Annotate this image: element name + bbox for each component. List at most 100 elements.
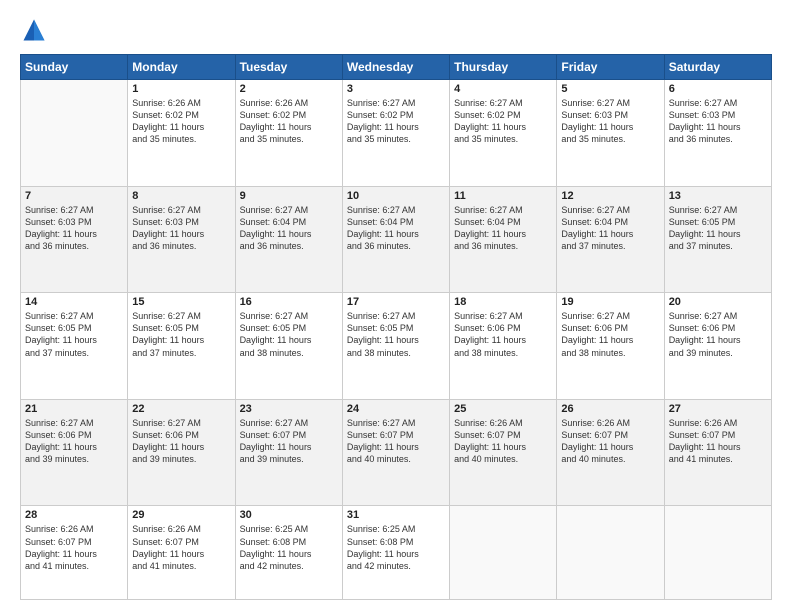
calendar-table: SundayMondayTuesdayWednesdayThursdayFrid… bbox=[20, 54, 772, 600]
logo-icon bbox=[20, 16, 48, 44]
cell-sun-info: Sunrise: 6:26 AMSunset: 6:07 PMDaylight:… bbox=[454, 417, 552, 466]
calendar-day-cell: 4Sunrise: 6:27 AMSunset: 6:02 PMDaylight… bbox=[450, 80, 557, 187]
day-number: 23 bbox=[240, 403, 338, 415]
cell-sun-info: Sunrise: 6:27 AMSunset: 6:05 PMDaylight:… bbox=[240, 310, 338, 359]
calendar-day-cell: 15 Sunrise: 6:27 AMSunset: 6:05 PMDayligh… bbox=[128, 293, 235, 400]
day-number: 12 bbox=[561, 190, 659, 202]
calendar-header-row: SundayMondayTuesdayWednesdayThursdayFrid… bbox=[21, 55, 772, 80]
calendar-day-cell: 12 Sunrise: 6:27 AMSunset: 6:04 PMDayligh… bbox=[557, 186, 664, 293]
calendar-day-cell bbox=[450, 506, 557, 600]
cell-sun-info: Sunrise: 6:27 AMSunset: 6:06 PMDaylight:… bbox=[132, 417, 230, 466]
cell-sun-info: Sunrise: 6:26 AMSunset: 6:07 PMDaylight:… bbox=[561, 417, 659, 466]
day-number: 8 bbox=[132, 190, 230, 202]
day-number: 28 bbox=[25, 509, 123, 521]
calendar-day-cell: 14Sunrise: 6:27 AMSunset: 6:05 PMDayligh… bbox=[21, 293, 128, 400]
day-number: 18 bbox=[454, 296, 552, 308]
day-number: 13 bbox=[669, 190, 767, 202]
day-number: 6 bbox=[669, 83, 767, 95]
cell-sun-info: Sunrise: 6:27 AMSunset: 6:06 PMDaylight:… bbox=[669, 310, 767, 359]
calendar-day-cell bbox=[557, 506, 664, 600]
calendar-day-cell bbox=[664, 506, 771, 600]
calendar-day-cell: 29Sunrise: 6:26 AMSunset: 6:07 PMDayligh… bbox=[128, 506, 235, 600]
calendar-day-cell bbox=[21, 80, 128, 187]
day-number: 20 bbox=[669, 296, 767, 308]
day-number: 21 bbox=[25, 403, 123, 415]
day-number: 25 bbox=[454, 403, 552, 415]
cell-sun-info: Sunrise: 6:26 AMSunset: 6:07 PMDaylight:… bbox=[25, 523, 123, 572]
cell-sun-info: Sunrise: 6:27 AMSunset: 6:06 PMDaylight:… bbox=[25, 417, 123, 466]
day-number: 22 bbox=[132, 403, 230, 415]
calendar-week-row: 14 Sunrise: 6:27 AMSunset: 6:05 PMDayligh… bbox=[21, 293, 772, 400]
cell-sun-info: Sunrise: 6:26 AMSunset: 6:07 PMDaylight:… bbox=[669, 417, 767, 466]
calendar-day-cell: 3 Sunrise: 6:27 AMSunset: 6:02 PMDaylight… bbox=[342, 80, 449, 187]
calendar-day-header: Monday bbox=[128, 55, 235, 80]
cell-sun-info: Sunrise: 6:27 AMSunset: 6:07 PMDaylight:… bbox=[347, 417, 445, 466]
calendar-day-header: Saturday bbox=[664, 55, 771, 80]
calendar-day-cell: 7 Sunrise: 6:27 AMSunset: 6:03 PMDaylight… bbox=[21, 186, 128, 293]
calendar-day-cell: 28 Sunrise: 6:26 AMSunset: 6:07 PMDayligh… bbox=[21, 506, 128, 600]
calendar-day-cell: 16 Sunrise: 6:27 AMSunset: 6:05 PMDayligh… bbox=[235, 293, 342, 400]
day-number: 3 bbox=[347, 83, 445, 95]
calendar-week-row: 7 Sunrise: 6:27 AMSunset: 6:03 PMDaylight… bbox=[21, 186, 772, 293]
page: SundayMondayTuesdayWednesdayThursdayFrid… bbox=[0, 0, 792, 612]
calendar-day-cell: 31 Sunrise: 6:25 AMSunset: 6:08 PMDayligh… bbox=[342, 506, 449, 600]
calendar-day-cell: 21 Sunrise: 6:27 AMSunset: 6:06 PMDayligh… bbox=[21, 399, 128, 506]
day-number: 9 bbox=[240, 190, 338, 202]
calendar-day-cell: 13 Sunrise: 6:27 AMSunset: 6:05 PMDayligh… bbox=[664, 186, 771, 293]
day-number: 10 bbox=[347, 190, 445, 202]
cell-sun-info: Sunrise: 6:27 AMSunset: 6:04 PMDaylight:… bbox=[347, 204, 445, 253]
day-number: 1 bbox=[132, 83, 230, 95]
calendar-day-cell: 26 Sunrise: 6:26 AMSunset: 6:07 PMDayligh… bbox=[557, 399, 664, 506]
calendar-day-cell: 19Sunrise: 6:27 AMSunset: 6:06 PMDayligh… bbox=[557, 293, 664, 400]
calendar-week-row: 1 Sunrise: 6:26 AMSunset: 6:02 PMDaylight… bbox=[21, 80, 772, 187]
logo bbox=[20, 16, 52, 44]
day-number: 5 bbox=[561, 83, 659, 95]
calendar-day-cell: 8Sunrise: 6:27 AMSunset: 6:03 PMDaylight… bbox=[128, 186, 235, 293]
day-number: 26 bbox=[561, 403, 659, 415]
calendar-day-header: Sunday bbox=[21, 55, 128, 80]
day-number: 14 bbox=[25, 296, 123, 308]
cell-sun-info: Sunrise: 6:27 AMSunset: 6:07 PMDaylight:… bbox=[240, 417, 338, 466]
calendar-day-cell: 18 Sunrise: 6:27 AMSunset: 6:06 PMDayligh… bbox=[450, 293, 557, 400]
calendar-day-cell: 24Sunrise: 6:27 AMSunset: 6:07 PMDayligh… bbox=[342, 399, 449, 506]
calendar-day-cell: 6 Sunrise: 6:27 AMSunset: 6:03 PMDaylight… bbox=[664, 80, 771, 187]
cell-sun-info: Sunrise: 6:27 AMSunset: 6:03 PMDaylight:… bbox=[669, 97, 767, 146]
day-number: 17 bbox=[347, 296, 445, 308]
calendar-day-cell: 27Sunrise: 6:26 AMSunset: 6:07 PMDayligh… bbox=[664, 399, 771, 506]
calendar-day-cell: 10 Sunrise: 6:27 AMSunset: 6:04 PMDayligh… bbox=[342, 186, 449, 293]
cell-sun-info: Sunrise: 6:27 AMSunset: 6:02 PMDaylight:… bbox=[347, 97, 445, 146]
calendar-day-header: Friday bbox=[557, 55, 664, 80]
day-number: 4 bbox=[454, 83, 552, 95]
cell-sun-info: Sunrise: 6:27 AMSunset: 6:05 PMDaylight:… bbox=[669, 204, 767, 253]
day-number: 11 bbox=[454, 190, 552, 202]
calendar-day-cell: 9 Sunrise: 6:27 AMSunset: 6:04 PMDaylight… bbox=[235, 186, 342, 293]
day-number: 15 bbox=[132, 296, 230, 308]
calendar-day-cell: 30 Sunrise: 6:25 AMSunset: 6:08 PMDayligh… bbox=[235, 506, 342, 600]
day-number: 19 bbox=[561, 296, 659, 308]
cell-sun-info: Sunrise: 6:27 AMSunset: 6:03 PMDaylight:… bbox=[561, 97, 659, 146]
calendar-day-cell: 25 Sunrise: 6:26 AMSunset: 6:07 PMDayligh… bbox=[450, 399, 557, 506]
calendar-day-cell: 22 Sunrise: 6:27 AMSunset: 6:06 PMDayligh… bbox=[128, 399, 235, 506]
cell-sun-info: Sunrise: 6:27 AMSunset: 6:06 PMDaylight:… bbox=[454, 310, 552, 359]
day-number: 30 bbox=[240, 509, 338, 521]
cell-sun-info: Sunrise: 6:27 AMSunset: 6:04 PMDaylight:… bbox=[240, 204, 338, 253]
day-number: 16 bbox=[240, 296, 338, 308]
calendar-day-cell: 5 Sunrise: 6:27 AMSunset: 6:03 PMDaylight… bbox=[557, 80, 664, 187]
day-number: 2 bbox=[240, 83, 338, 95]
cell-sun-info: Sunrise: 6:25 AMSunset: 6:08 PMDaylight:… bbox=[347, 523, 445, 572]
calendar-week-row: 28 Sunrise: 6:26 AMSunset: 6:07 PMDayligh… bbox=[21, 506, 772, 600]
cell-sun-info: Sunrise: 6:27 AMSunset: 6:04 PMDaylight:… bbox=[561, 204, 659, 253]
day-number: 31 bbox=[347, 509, 445, 521]
cell-sun-info: Sunrise: 6:26 AMSunset: 6:02 PMDaylight:… bbox=[240, 97, 338, 146]
calendar-day-header: Tuesday bbox=[235, 55, 342, 80]
cell-sun-info: Sunrise: 6:26 AMSunset: 6:07 PMDaylight:… bbox=[132, 523, 230, 572]
calendar-day-header: Wednesday bbox=[342, 55, 449, 80]
calendar-day-cell: 2 Sunrise: 6:26 AMSunset: 6:02 PMDaylight… bbox=[235, 80, 342, 187]
cell-sun-info: Sunrise: 6:27 AMSunset: 6:05 PMDaylight:… bbox=[132, 310, 230, 359]
cell-sun-info: Sunrise: 6:26 AMSunset: 6:02 PMDaylight:… bbox=[132, 97, 230, 146]
cell-sun-info: Sunrise: 6:27 AMSunset: 6:03 PMDaylight:… bbox=[25, 204, 123, 253]
cell-sun-info: Sunrise: 6:25 AMSunset: 6:08 PMDaylight:… bbox=[240, 523, 338, 572]
calendar-week-row: 21 Sunrise: 6:27 AMSunset: 6:06 PMDayligh… bbox=[21, 399, 772, 506]
calendar-day-cell: 1 Sunrise: 6:26 AMSunset: 6:02 PMDaylight… bbox=[128, 80, 235, 187]
day-number: 7 bbox=[25, 190, 123, 202]
